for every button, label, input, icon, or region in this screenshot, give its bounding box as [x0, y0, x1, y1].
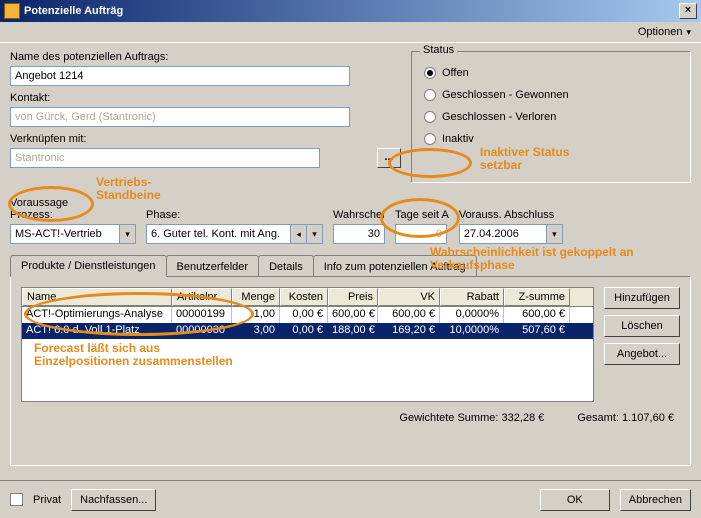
col-vk[interactable]: VK [378, 288, 440, 306]
tab-panel: Name Artikelnr. Menge Kosten Preis VK Ra… [10, 276, 691, 466]
tage-input [395, 224, 447, 244]
angebot-button[interactable]: Angebot... [604, 343, 680, 365]
opportunity-name-input[interactable] [10, 66, 350, 86]
cell-zsumme: 600,00 € [504, 307, 570, 323]
radio-icon [424, 133, 436, 145]
products-grid[interactable]: Name Artikelnr. Menge Kosten Preis VK Ra… [21, 287, 594, 402]
kontakt-input [10, 107, 350, 127]
cell-kosten: 0,00 € [280, 307, 328, 323]
status-offen[interactable]: Offen [422, 62, 680, 84]
cell-preis: 188,00 € [328, 323, 378, 339]
menu-bar: Optionen ▾ [0, 22, 701, 43]
dialog-buttons: Privat Nachfassen... OK Abbrechen [0, 480, 701, 518]
tab-details[interactable]: Details [258, 255, 314, 277]
privat-label: Privat [33, 494, 61, 506]
abschluss-label: Vorauss. Abschluss [459, 209, 563, 221]
col-preis[interactable]: Preis [328, 288, 378, 306]
cell-artnr: 00000199 [172, 307, 232, 323]
cell-rabatt: 0,0000% [440, 307, 504, 323]
col-artnr[interactable]: Artikelnr. [172, 288, 232, 306]
radio-icon [424, 67, 436, 79]
hinzufuegen-button[interactable]: Hinzufügen [604, 287, 680, 309]
chevron-down-icon: ▾ [686, 27, 691, 38]
cell-preis: 600,00 € [328, 307, 378, 323]
abschluss-value[interactable] [459, 224, 547, 244]
table-row[interactable]: ACT! 6.0 d. Voll 1-Platz000000303,000,00… [22, 323, 593, 339]
wahrscheinlichkeit-input[interactable] [333, 224, 385, 244]
chevron-left-icon[interactable]: ◂ [291, 224, 307, 244]
status-verloren-label: Geschlossen - Verloren [442, 111, 556, 123]
tab-benutzerfelder[interactable]: Benutzerfelder [166, 255, 260, 277]
abschluss-date[interactable]: ▾ [459, 224, 563, 244]
status-offen-label: Offen [442, 67, 469, 79]
tage-label: Tage seit A [395, 209, 449, 221]
chevron-down-icon[interactable]: ▾ [547, 224, 563, 244]
title-bar: Potenzielle Aufträg × [0, 0, 701, 22]
col-kosten[interactable]: Kosten [280, 288, 328, 306]
cell-vk: 169,20 € [378, 323, 440, 339]
options-menu[interactable]: Optionen ▾ [634, 24, 695, 40]
prozess-value[interactable] [10, 224, 120, 244]
phase-label: Phase: [146, 209, 323, 221]
app-icon [4, 3, 20, 19]
tab-strip: Produkte / Dienstleistungen Benutzerfeld… [10, 255, 691, 277]
cell-menge: 3,00 [232, 323, 280, 339]
cell-artnr: 00000030 [172, 323, 232, 339]
kontakt-label: Kontakt: [10, 92, 401, 104]
cell-name: ACT! 6.0 d. Voll 1-Platz [22, 323, 172, 339]
phase-select[interactable]: ◂ ▾ [146, 224, 323, 244]
totals-row: Gewichtete Summe: 332,28 € Gesamt: 1.107… [21, 402, 680, 424]
chevron-down-icon[interactable]: ▾ [307, 224, 323, 244]
radio-icon [424, 111, 436, 123]
col-zsumme[interactable]: Z-summe [504, 288, 570, 306]
cell-kosten: 0,00 € [280, 323, 328, 339]
options-menu-label: Optionen [638, 26, 683, 38]
cell-rabatt: 10,0000% [440, 323, 504, 339]
verknuepfen-browse-button[interactable]: ... [377, 148, 401, 168]
prozess-label2: Prozess: [10, 209, 53, 221]
wahrsch-label: Wahrschei [333, 209, 385, 221]
status-gewonnen[interactable]: Geschlossen - Gewonnen [422, 84, 680, 106]
status-gewonnen-label: Geschlossen - Gewonnen [442, 89, 569, 101]
status-inaktiv[interactable]: Inaktiv [422, 128, 680, 150]
tab-info[interactable]: Info zum potenziellen Auftrag [313, 255, 477, 277]
status-inaktiv-label: Inaktiv [442, 133, 474, 145]
chevron-down-icon[interactable]: ▾ [120, 224, 136, 244]
radio-icon [424, 89, 436, 101]
cell-name: ACT!-Optimierungs-Analyse [22, 307, 172, 323]
prozess-label1: Voraussage [10, 197, 68, 209]
table-row[interactable]: ACT!-Optimierungs-Analyse000001991,000,0… [22, 307, 593, 323]
col-rabatt[interactable]: Rabatt [440, 288, 504, 306]
gesamt-summe: Gesamt: 1.107,60 € [577, 412, 674, 424]
phase-value[interactable] [146, 224, 291, 244]
loeschen-button[interactable]: Löschen [604, 315, 680, 337]
cell-menge: 1,00 [232, 307, 280, 323]
window-title: Potenzielle Aufträg [24, 5, 123, 17]
prozess-select[interactable]: ▾ [10, 224, 136, 244]
privat-checkbox[interactable] [10, 493, 23, 506]
gewichtete-summe: Gewichtete Summe: 332,28 € [399, 412, 544, 424]
status-group: Status Offen Geschlossen - Gewonnen Gesc… [411, 51, 691, 183]
close-icon[interactable]: × [679, 3, 697, 19]
status-verloren[interactable]: Geschlossen - Verloren [422, 106, 680, 128]
status-legend: Status [420, 44, 457, 56]
name-label: Name des potenziellen Auftrags: [10, 51, 401, 63]
cell-zsumme: 507,60 € [504, 323, 570, 339]
col-menge[interactable]: Menge [232, 288, 280, 306]
nachfassen-button[interactable]: Nachfassen... [71, 489, 156, 511]
verknuepfen-input [10, 148, 320, 168]
ok-button[interactable]: OK [540, 489, 610, 511]
col-name[interactable]: Name [22, 288, 172, 306]
cancel-button[interactable]: Abbrechen [620, 489, 691, 511]
tab-produkte[interactable]: Produkte / Dienstleistungen [10, 255, 167, 277]
cell-vk: 600,00 € [378, 307, 440, 323]
verknuepfen-label: Verknüpfen mit: [10, 133, 371, 145]
